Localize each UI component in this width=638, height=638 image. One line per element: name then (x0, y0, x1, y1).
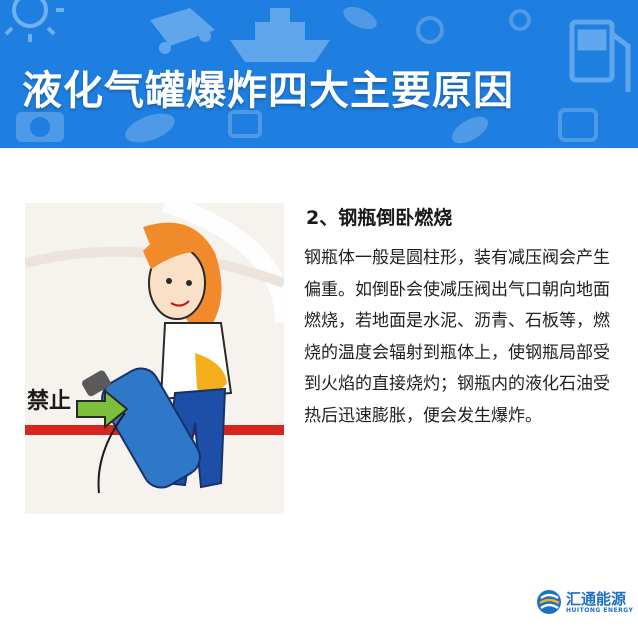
ship-icon (230, 8, 330, 62)
header-banner: 液化气罐爆炸四大主要原因 (0, 0, 638, 148)
illustration-panel: 禁止 (25, 203, 284, 514)
prohibit-sign: 禁止 (27, 389, 72, 414)
brand-name: 汇通能源 (566, 590, 627, 608)
car-icon (150, 8, 215, 54)
sun-icon (4, 0, 64, 42)
camera-icon (16, 112, 64, 142)
brand-logo-icon (537, 590, 561, 614)
illustration-drawing (25, 203, 284, 494)
section-body: 钢瓶体一般是圆柱形，装有减压阀会产生偏重。如倒卧会使减压阀出气口朝向地面燃烧，若… (304, 248, 610, 426)
brand-logo: 汇通能源 HUITONG ENERGY (536, 588, 636, 616)
brand-name-en: HUITONG ENERGY (566, 607, 634, 614)
section-heading: 2、钢瓶倒卧燃烧 (306, 207, 453, 229)
fuel-pump-icon (569, 19, 631, 92)
page-title: 液化气罐爆炸四大主要原因 (22, 68, 514, 114)
